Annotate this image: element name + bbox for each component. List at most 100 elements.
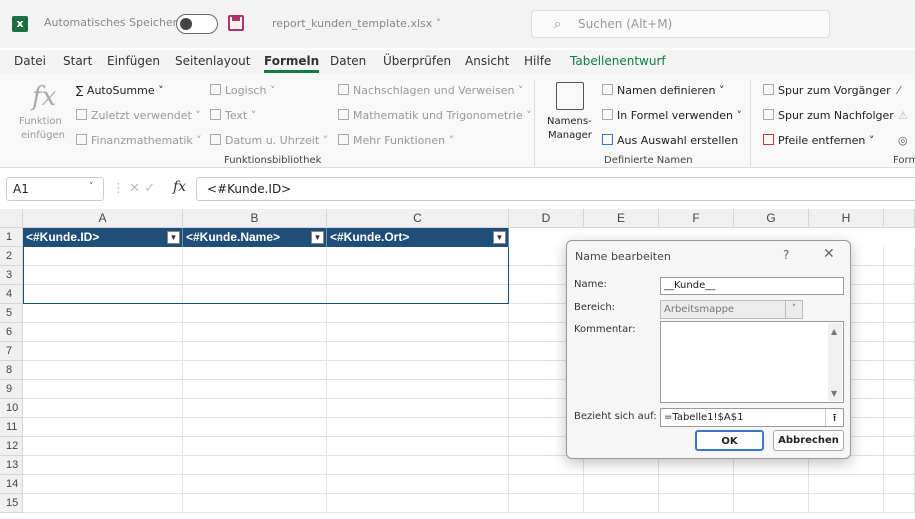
grid-cell[interactable] [884,361,915,380]
grid-cell[interactable] [327,342,509,361]
tab-tabellenentwurf[interactable]: Tabellenentwurf [570,54,666,68]
name-manager-label-2[interactable]: Manager [548,130,592,141]
grid-cell[interactable] [183,437,327,456]
row-header[interactable]: 5 [0,304,23,323]
text-button[interactable]: Text ˅ [210,109,256,122]
grid-cell[interactable] [884,475,915,494]
grid-cell[interactable] [327,380,509,399]
grid-cell[interactable] [809,494,884,513]
trace-precedents-button[interactable]: Spur zum Vorgänger [763,84,891,97]
save-icon[interactable] [228,15,244,31]
row-header[interactable]: 14 [0,475,23,494]
name-field[interactable]: __Kunde__ [660,277,844,295]
grid-cell[interactable] [734,475,809,494]
row-header[interactable]: 3 [0,266,23,285]
filter-dropdown-icon[interactable]: ▼ [167,231,180,244]
define-name-button[interactable]: Namen definieren ˅ [602,84,724,97]
grid-cell[interactable] [183,418,327,437]
table-header-cell[interactable]: <#Kunde.ID> ▼ [23,228,183,247]
column-header[interactable]: A [23,209,183,228]
grid-cell[interactable] [884,437,915,456]
math-button[interactable]: Mathematik und Trigonometrie ˅ [338,109,532,122]
grid-cell[interactable] [183,361,327,380]
grid-cell[interactable] [884,418,915,437]
grid-cell[interactable] [884,285,915,304]
grid-cell[interactable] [23,418,183,437]
column-header[interactable]: F [659,209,734,228]
autosum-button[interactable]: ∑ AutoSumme ˅ [76,84,164,97]
grid-cell[interactable] [327,437,509,456]
grid-cell[interactable] [659,475,734,494]
row-header[interactable]: 9 [0,380,23,399]
autosave-toggle[interactable] [176,14,218,34]
tab-ansicht[interactable]: Ansicht [465,54,509,68]
row-header[interactable]: 10 [0,399,23,418]
grid-cell[interactable] [327,361,509,380]
tab-hilfe[interactable]: Hilfe [524,54,551,68]
column-header[interactable]: H [809,209,884,228]
name-box[interactable]: A1 ˅ [6,177,104,201]
grid-cell[interactable] [809,475,884,494]
remove-arrows-button[interactable]: Pfeile entfernen ˅ [763,134,874,147]
row-header[interactable]: 15 [0,494,23,513]
grid-cell[interactable] [23,342,183,361]
row-header[interactable]: 7 [0,342,23,361]
row-header[interactable]: 11 [0,418,23,437]
insert-function-label-2[interactable]: einfügen [21,130,65,141]
filter-dropdown-icon[interactable]: ▼ [493,231,506,244]
grid-cell[interactable] [884,266,915,285]
grid-cell[interactable] [884,342,915,361]
column-header[interactable]: C [327,209,509,228]
grid-cell[interactable] [327,456,509,475]
row-header[interactable]: 6 [0,323,23,342]
grid-cell[interactable] [509,494,584,513]
show-formulas-icon[interactable]: ⁄ [898,84,900,97]
refers-to-field[interactable]: =Tabelle1!$A$1 ⭱ [660,408,844,427]
scroll-up-icon[interactable]: ▲ [831,327,837,336]
grid-cell[interactable] [183,342,327,361]
trace-dependents-button[interactable]: Spur zum Nachfolger [763,109,894,122]
ok-button[interactable]: OK [695,430,764,451]
grid-cell[interactable] [23,494,183,513]
scroll-down-icon[interactable]: ▼ [831,389,837,398]
name-manager-label-1[interactable]: Namens- [547,116,592,127]
tab-start[interactable]: Start [63,54,92,68]
grid-cell[interactable] [884,304,915,323]
collapse-dialog-icon[interactable]: ⭱ [825,409,843,426]
select-all-corner[interactable] [0,209,23,228]
row-header[interactable]: 1 [0,228,23,247]
column-header[interactable]: D [509,209,584,228]
grid-cell[interactable] [23,380,183,399]
grid-cell[interactable] [884,494,915,513]
cancel-button[interactable]: Abbrechen [773,430,844,451]
grid-cell[interactable] [183,323,327,342]
formula-input[interactable]: <#Kunde.ID> [196,177,915,201]
grid-cell[interactable] [884,399,915,418]
grid-cell[interactable] [884,456,915,475]
table-header-cell[interactable]: <#Kunde.Ort> ▼ [327,228,509,247]
column-header[interactable]: G [734,209,809,228]
scope-select[interactable]: Arbeitsmappe ˅ [660,300,803,319]
evaluate-formula-icon[interactable]: ◎ [898,134,908,147]
financial-button[interactable]: Finanzmathematik ˅ [76,134,202,147]
grid-cell[interactable] [183,456,327,475]
file-name[interactable]: report_kunden_template.xlsx ˅ [272,17,441,30]
filter-dropdown-icon[interactable]: ▼ [311,231,324,244]
grid-cell[interactable] [584,494,659,513]
grid-cell[interactable] [734,494,809,513]
column-header[interactable]: E [584,209,659,228]
grid-cell[interactable] [327,399,509,418]
grid-cell[interactable] [659,494,734,513]
cancel-icon[interactable]: ✕ [129,181,140,196]
tab-seitenlayout[interactable]: Seitenlayout [175,54,250,68]
help-icon[interactable]: ? [783,248,789,262]
grid-cell[interactable] [183,494,327,513]
error-check-icon[interactable]: ⚠ [898,109,908,122]
tab-formeln[interactable]: Formeln [264,54,320,73]
row-header[interactable]: 4 [0,285,23,304]
grid-cell[interactable] [23,304,183,323]
grid-cell[interactable] [183,399,327,418]
search-box[interactable]: ⌕ Suchen (Alt+M) [531,10,830,38]
grid-cell[interactable] [327,304,509,323]
grid-cell[interactable] [23,456,183,475]
